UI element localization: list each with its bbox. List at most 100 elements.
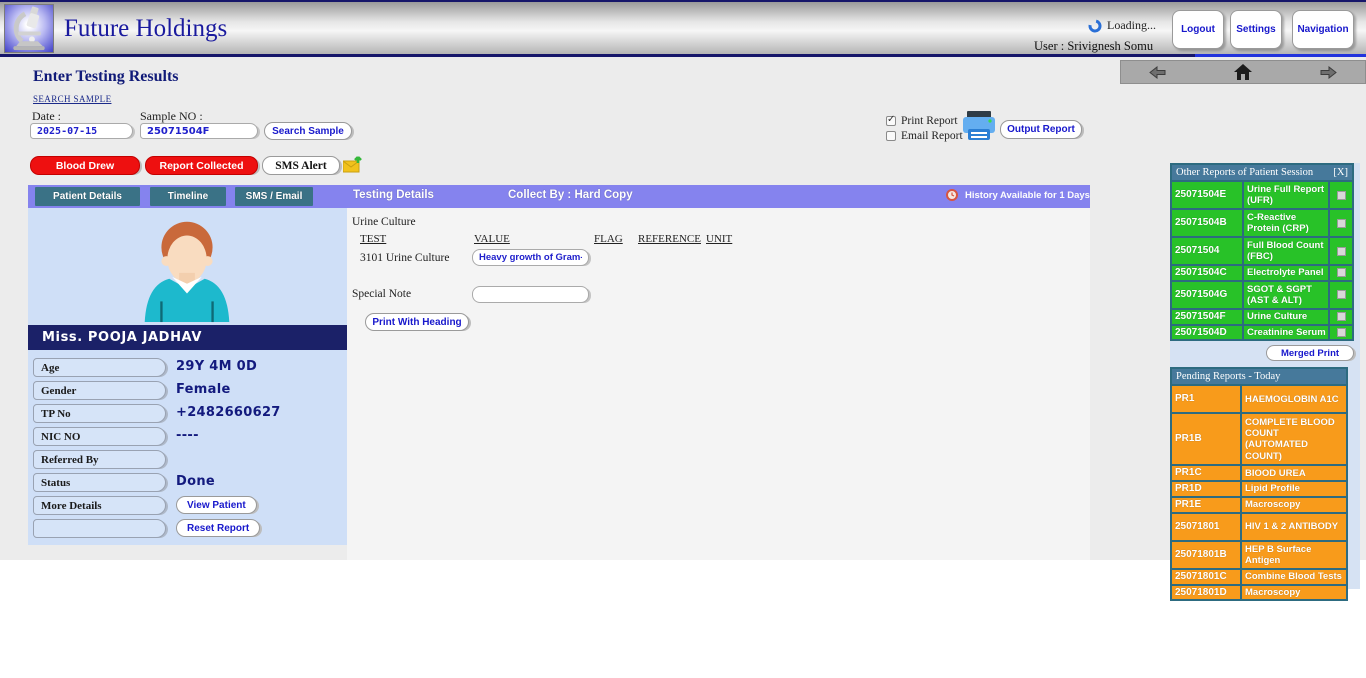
report-id: PR1D	[1172, 482, 1240, 496]
column-header-unit: UNIT	[706, 233, 733, 245]
pending-row[interactable]: PR1 HAEMOGLOBIN A1C	[1172, 386, 1346, 413]
send-mail-icon[interactable]	[342, 155, 364, 178]
pending-row[interactable]: 25071801B HEP B Surface Antigen	[1172, 541, 1346, 568]
merged-print-button[interactable]: Merged Print	[1266, 345, 1354, 362]
patient-avatar	[144, 221, 230, 323]
settings-button[interactable]: Settings	[1230, 10, 1282, 49]
reset-report-button[interactable]: Reset Report	[176, 519, 261, 537]
report-name: Combine Blood Tests	[1242, 569, 1346, 584]
logged-in-user: User : Srivignesh Somu	[1034, 39, 1154, 53]
tab-testing-details: Testing Details	[353, 189, 434, 201]
printer-icon[interactable]	[961, 111, 997, 146]
report-select-checkbox[interactable]	[1336, 190, 1346, 200]
report-id: 25071504F	[1172, 309, 1242, 324]
sample-no-label: Sample NO :	[140, 109, 203, 123]
print-report-checkbox[interactable]	[886, 114, 896, 126]
field-label: Age	[33, 358, 166, 377]
pending-row[interactable]: PR1E Macroscopy	[1172, 497, 1346, 512]
report-name: SGOT & SGPT (AST & ALT)	[1244, 281, 1328, 308]
report-name: HIV 1 & 2 ANTIBODY	[1242, 513, 1346, 540]
report-row[interactable]: 25071504F Urine Culture	[1172, 309, 1352, 324]
back-arrow-icon[interactable]	[1149, 65, 1166, 79]
tab-sms-email[interactable]: SMS / Email	[235, 187, 313, 206]
navigation-button[interactable]: Navigation	[1292, 10, 1354, 49]
date-input[interactable]	[30, 123, 133, 139]
report-name: Urine Full Report (UFR)	[1244, 182, 1328, 208]
report-row[interactable]: 25071504B C-Reactive Protein (CRP)	[1172, 210, 1352, 236]
column-header-test: TEST	[360, 233, 387, 245]
report-id: 25071504B	[1172, 210, 1242, 236]
report-row[interactable]: 25071504G SGOT & SGPT (AST & ALT)	[1172, 281, 1352, 308]
home-icon[interactable]	[1234, 64, 1252, 80]
report-name: Urine Culture	[1244, 309, 1328, 324]
pending-row[interactable]: 25071801 HIV 1 & 2 ANTIBODY	[1172, 513, 1346, 540]
report-row[interactable]: 25071504E Urine Full Report (UFR)	[1172, 182, 1352, 208]
microscope-icon	[13, 6, 45, 51]
field-label: Gender	[33, 381, 166, 400]
page-title: Enter Testing Results	[33, 68, 179, 85]
collect-by-label: Collect By : Hard Copy	[508, 189, 633, 201]
report-collected-button[interactable]: Report Collected	[145, 156, 258, 175]
report-select-checkbox[interactable]	[1336, 327, 1346, 337]
report-id: PR1	[1172, 386, 1240, 413]
view-patient-button[interactable]: View Patient	[176, 496, 257, 514]
pending-reports-table: Pending Reports - Today PR1 HAEMOGLOBIN …	[1170, 367, 1348, 602]
other-reports-title: Other Reports of Patient Session	[1176, 167, 1314, 178]
report-name: Macroscopy	[1242, 585, 1346, 600]
tab-patient-details[interactable]: Patient Details	[35, 187, 140, 206]
logo	[4, 4, 54, 53]
test-value-input[interactable]	[472, 249, 589, 266]
field-label: TP No	[33, 404, 166, 423]
print-report-label: Print Report	[901, 114, 958, 127]
patient-row-moredetails: More Details View Patient	[28, 495, 347, 518]
print-with-heading-button[interactable]: Print With Heading	[365, 313, 469, 331]
testing-details-background	[347, 208, 1090, 560]
search-sample-button[interactable]: Search Sample	[264, 122, 352, 140]
report-row[interactable]: 25071504C Electrolyte Panel	[1172, 266, 1352, 280]
report-select-checkbox[interactable]	[1336, 290, 1346, 300]
pending-row[interactable]: 25071801C Combine Blood Tests	[1172, 569, 1346, 584]
reports-side-panel: Other Reports of Patient Session [X] 250…	[1170, 163, 1360, 602]
report-id: 25071504	[1172, 238, 1242, 264]
history-availability[interactable]: History Available for 1 Days	[946, 189, 1090, 201]
pending-row[interactable]: PR1C BIOOD UREA	[1172, 466, 1346, 481]
email-report-checkbox[interactable]	[886, 130, 896, 141]
report-select-checkbox[interactable]	[1336, 218, 1346, 228]
search-sample-link[interactable]: SEARCH SAMPLE	[33, 94, 111, 104]
patient-row-status: Status Done	[28, 472, 347, 495]
patient-row-tpno: TP No +2482660627	[28, 403, 347, 426]
report-name: Macroscopy	[1242, 497, 1346, 512]
app-header: Future Holdings Loading... User : Srivig…	[0, 0, 1366, 57]
output-report-button[interactable]: Output Report	[1000, 120, 1082, 139]
history-clock-icon	[946, 189, 958, 201]
pending-row[interactable]: PR1D Lipid Profile	[1172, 482, 1346, 496]
other-reports-table: Other Reports of Patient Session [X] 250…	[1170, 163, 1354, 342]
report-id: 25071801	[1172, 513, 1240, 540]
report-row[interactable]: 25071504 Full Blood Count (FBC)	[1172, 238, 1352, 264]
report-select-checkbox[interactable]	[1336, 268, 1346, 278]
forward-arrow-icon[interactable]	[1320, 65, 1337, 79]
report-name: COMPLETE BLOOD COUNT (AUTOMATED COUNT)	[1242, 414, 1346, 465]
logout-button[interactable]: Logout	[1172, 10, 1224, 49]
pending-row[interactable]: 25071801D Macroscopy	[1172, 585, 1346, 600]
history-availability-text: History Available for 1 Days	[965, 189, 1090, 201]
report-select-checkbox[interactable]	[1336, 246, 1346, 256]
patient-row-referredby: Referred By	[28, 449, 347, 472]
pending-row[interactable]: PR1B COMPLETE BLOOD COUNT (AUTOMATED COU…	[1172, 414, 1346, 465]
special-note-input[interactable]	[472, 286, 589, 303]
report-id: PR1C	[1172, 466, 1240, 481]
blood-drew-button[interactable]: Blood Drew	[30, 156, 140, 175]
report-select-checkbox[interactable]	[1336, 312, 1346, 322]
field-label: Status	[33, 473, 166, 492]
sms-alert-button[interactable]: SMS Alert	[262, 156, 340, 175]
sample-no-input[interactable]	[140, 123, 258, 139]
close-icon[interactable]: [X]	[1333, 167, 1348, 178]
header-accent-line	[1195, 54, 1366, 57]
report-row[interactable]: 25071504D Creatinine Serum	[1172, 325, 1352, 340]
patient-name: Miss. POOJA JADHAV	[28, 325, 347, 350]
report-name: C-Reactive Protein (CRP)	[1244, 210, 1328, 236]
app-window: Future Holdings Loading... User : Srivig…	[0, 0, 1366, 678]
tab-timeline[interactable]: Timeline	[150, 187, 226, 206]
patient-row-reset: Reset Report	[28, 518, 347, 541]
column-header-reference: REFERENCE	[638, 233, 701, 245]
